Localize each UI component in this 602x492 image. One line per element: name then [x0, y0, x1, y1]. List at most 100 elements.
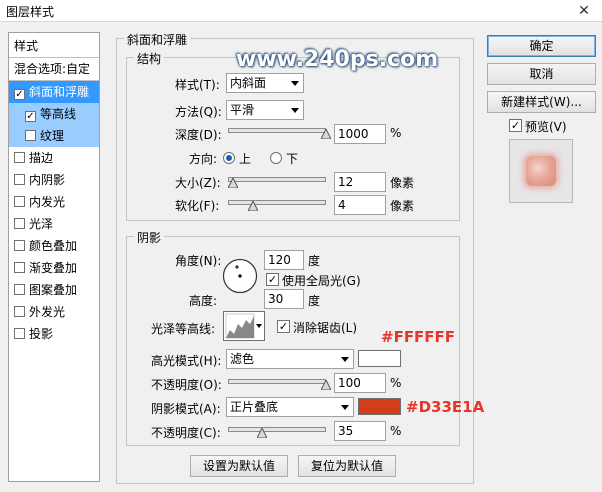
style-item[interactable]: 光泽: [9, 213, 99, 235]
watermark: www.240ps.com: [236, 47, 439, 72]
highlight-opacity-input[interactable]: 100: [334, 373, 386, 393]
style-item-label: 斜面和浮雕: [29, 85, 90, 99]
direction-up-radio[interactable]: [223, 152, 235, 164]
depth-slider-handle[interactable]: [321, 129, 331, 139]
direction-down-radio[interactable]: [270, 152, 282, 164]
style-item-label: 内发光: [29, 195, 66, 209]
preview-checkbox[interactable]: ✓: [509, 119, 522, 132]
chevron-down-icon: [341, 405, 349, 410]
style-preview-thumbnail: [509, 139, 573, 203]
shadow-opacity-input[interactable]: 35: [334, 421, 386, 441]
technique-select[interactable]: 平滑: [226, 100, 304, 120]
style-item-checkbox[interactable]: [14, 174, 25, 185]
antialias-label: 消除锯齿(L): [293, 321, 358, 335]
style-list-header[interactable]: 样式: [9, 35, 99, 57]
style-item-checkbox[interactable]: [14, 240, 25, 251]
direction-label: 方向:: [189, 152, 218, 166]
style-item-checkbox[interactable]: ✓: [14, 89, 25, 100]
highlight-mode-select[interactable]: 滤色: [226, 349, 354, 369]
shadow-opacity-slider[interactable]: [228, 427, 326, 432]
shading-title: 阴影: [134, 229, 165, 246]
angle-dial[interactable]: [222, 258, 258, 294]
style-item-label: 颜色叠加: [29, 239, 78, 253]
ok-button[interactable]: 确定: [487, 35, 596, 57]
style-item[interactable]: 颜色叠加: [9, 235, 99, 257]
window-title: 图层样式: [6, 5, 55, 19]
highlight-opacity-slider[interactable]: [228, 379, 326, 384]
cancel-button[interactable]: 取消: [487, 63, 596, 85]
style-item-label: 投影: [29, 327, 54, 341]
style-item-checkbox[interactable]: [14, 284, 25, 295]
style-item[interactable]: ✓ 斜面和浮雕: [9, 81, 99, 103]
style-item-checkbox[interactable]: [25, 130, 36, 141]
highlight-opacity-handle[interactable]: [321, 380, 331, 390]
soften-slider[interactable]: [228, 200, 326, 205]
style-item-checkbox[interactable]: ✓: [25, 111, 36, 122]
style-item-checkbox[interactable]: [14, 306, 25, 317]
global-light-checkbox[interactable]: ✓: [266, 273, 279, 286]
size-unit: 像素: [390, 176, 415, 190]
depth-input[interactable]: 1000: [334, 124, 386, 144]
highlight-opacity-label: 不透明度(O):: [151, 378, 222, 392]
altitude-unit: 度: [308, 294, 321, 308]
style-item-checkbox[interactable]: [14, 328, 25, 339]
soften-unit: 像素: [390, 199, 415, 213]
highlight-color-swatch[interactable]: [358, 350, 401, 367]
angle-input[interactable]: 120: [264, 250, 304, 270]
gloss-contour-picker[interactable]: [223, 311, 265, 341]
antialias-checkbox[interactable]: ✓: [277, 320, 290, 333]
shadow-mode-select[interactable]: 正片叠底: [226, 397, 354, 417]
style-item[interactable]: ✓ 等高线: [9, 103, 99, 125]
shadow-color-swatch[interactable]: [358, 398, 401, 415]
style-list-panel: 样式 混合选项:自定 ✓ 斜面和浮雕 ✓ 等高线 纹理 描边内阴影内发光光泽颜色叠加渐变叠…: [8, 32, 100, 482]
highlight-mode-label: 高光模式(H):: [151, 354, 222, 368]
style-item-checkbox[interactable]: [14, 196, 25, 207]
make-default-button[interactable]: 设置为默认值: [190, 455, 288, 477]
style-item-checkbox[interactable]: [14, 152, 25, 163]
style-item[interactable]: 渐变叠加: [9, 257, 99, 279]
shadow-opacity-handle[interactable]: [257, 428, 268, 438]
preview-swatch: [526, 156, 556, 186]
style-item[interactable]: 内阴影: [9, 169, 99, 191]
direction-up-label: 上: [239, 152, 252, 166]
reset-default-button[interactable]: 复位为默认值: [298, 455, 396, 477]
style-item[interactable]: 内发光: [9, 191, 99, 213]
style-item[interactable]: 描边: [9, 147, 99, 169]
style-item-label: 外发光: [29, 305, 66, 319]
depth-slider[interactable]: [228, 128, 326, 133]
style-item[interactable]: 外发光: [9, 301, 99, 323]
style-item-checkbox[interactable]: [14, 262, 25, 273]
angle-label: 角度(N):: [175, 254, 222, 268]
style-item-label: 光泽: [29, 217, 54, 231]
shadow-opacity-unit: %: [390, 424, 402, 438]
soften-slider-handle[interactable]: [247, 201, 258, 211]
style-item-checkbox[interactable]: [14, 218, 25, 229]
style-item[interactable]: 纹理: [9, 125, 99, 147]
altitude-input[interactable]: 30: [264, 289, 304, 309]
style-select[interactable]: 内斜面: [226, 73, 304, 93]
technique-select-value: 平滑: [230, 103, 255, 117]
size-slider-handle[interactable]: [227, 178, 238, 188]
direction-down-label: 下: [286, 152, 299, 166]
style-item[interactable]: 投影: [9, 323, 99, 345]
soften-label: 软化(F):: [175, 199, 220, 213]
angle-unit: 度: [308, 254, 321, 268]
size-slider[interactable]: [228, 177, 326, 182]
size-input[interactable]: 12: [334, 172, 386, 192]
structure-title: 结构: [134, 50, 165, 67]
style-item-label: 图案叠加: [29, 283, 78, 297]
style-item[interactable]: 图案叠加: [9, 279, 99, 301]
chevron-down-icon: [341, 357, 349, 362]
shadow-opacity-label: 不透明度(C):: [151, 426, 221, 440]
new-style-button[interactable]: 新建样式(W)...: [487, 91, 596, 113]
style-item-label: 内阴影: [29, 173, 66, 187]
style-item-label: 渐变叠加: [29, 261, 78, 275]
shadow-mode-value: 正片叠底: [230, 400, 279, 414]
close-icon[interactable]: ✕: [572, 2, 596, 20]
blend-options-item[interactable]: 混合选项:自定: [9, 58, 99, 80]
highlight-opacity-unit: %: [390, 376, 402, 390]
soften-input[interactable]: 4: [334, 195, 386, 215]
global-light-label: 使用全局光(G): [282, 274, 361, 288]
radio-dot: [226, 155, 232, 161]
chevron-down-icon: [291, 81, 299, 86]
